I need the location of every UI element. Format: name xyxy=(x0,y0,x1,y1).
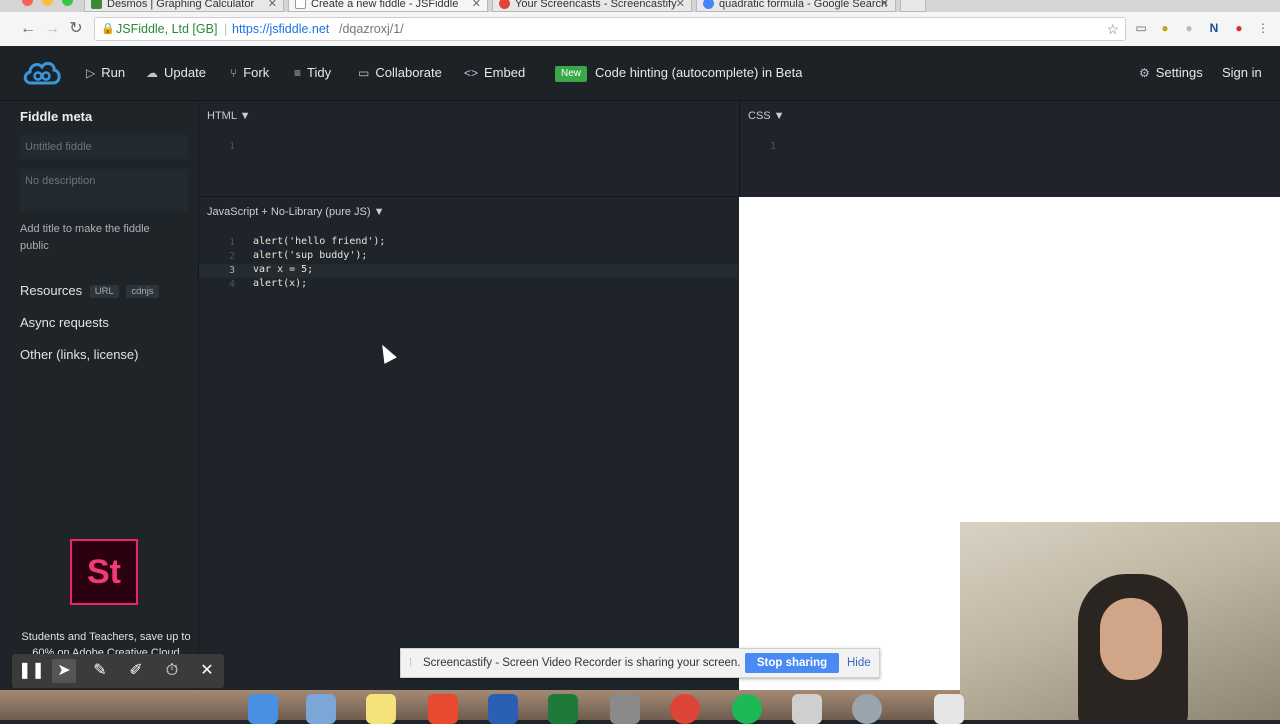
line-number: 2 xyxy=(228,251,235,262)
forward-arrow-icon[interactable]: → xyxy=(42,19,62,39)
line-number: 1 xyxy=(228,237,235,248)
resources-link[interactable]: Resources URL cdnjs xyxy=(20,283,159,298)
jsfiddle-logo-icon[interactable] xyxy=(21,59,63,87)
zoom-window-icon[interactable] xyxy=(62,0,73,6)
fiddle-title-input[interactable]: Untitled fiddle xyxy=(20,135,188,159)
cdnjs-pill[interactable]: cdnjs xyxy=(126,285,159,298)
code-line[interactable]: var x = 5; xyxy=(253,264,313,275)
url-pill[interactable]: URL xyxy=(89,285,119,298)
bookmark-star-icon[interactable]: ☆ xyxy=(1106,18,1119,40)
line-number: 4 xyxy=(228,279,235,290)
async-requests-link[interactable]: Async requests xyxy=(20,315,109,330)
other-links-license-link[interactable]: Other (links, license) xyxy=(20,347,138,362)
extension-icon[interactable]: ● xyxy=(1158,21,1172,35)
macos-dock xyxy=(0,690,964,724)
code-brackets-icon: <> xyxy=(464,66,479,80)
lock-icon: 🔒 xyxy=(101,23,115,35)
cloud-upload-icon: ☁ xyxy=(146,66,158,80)
pointer-icon[interactable]: ➤ xyxy=(52,659,76,683)
webcam-overlay xyxy=(960,522,1280,720)
fork-icon: ⑂ xyxy=(230,66,238,80)
browser-tab-desmos[interactable]: Desmos | Graphing Calculator ✕ xyxy=(84,0,284,12)
play-icon: ▷ xyxy=(86,66,96,80)
sharing-message: Screencastify - Screen Video Recorder is… xyxy=(423,657,741,669)
close-tab-icon[interactable]: ✕ xyxy=(676,0,685,11)
line-number: 3 xyxy=(228,265,235,276)
extension-n-icon[interactable]: N xyxy=(1207,21,1221,35)
close-tab-icon[interactable]: ✕ xyxy=(472,0,481,11)
jsfiddle-header: ▷ Run ☁ Update ⑂ Fork ≡ Tidy ▭ Collaborate <>… xyxy=(0,46,1280,101)
settings-button[interactable]: ⚙ Settings xyxy=(1139,46,1203,100)
new-tab-button[interactable] xyxy=(900,0,926,12)
person-face xyxy=(1100,598,1162,680)
code-line[interactable]: alert(x); xyxy=(253,278,307,289)
desmos-favicon-icon xyxy=(91,0,102,9)
close-icon[interactable]: ✕ xyxy=(195,659,219,683)
minimize-window-icon[interactable] xyxy=(42,0,53,6)
url-path: /dqazroxj/1/ xyxy=(339,22,404,36)
cast-icon[interactable]: ▭ xyxy=(1134,21,1148,35)
close-tab-icon[interactable]: ✕ xyxy=(268,0,277,11)
code-line[interactable]: alert('sup buddy'); xyxy=(253,250,367,261)
browser-tab-jsfiddle[interactable]: Create a new fiddle - JSFiddle ✕ xyxy=(288,0,488,12)
drag-handle-icon[interactable]: ⁞ xyxy=(409,649,412,677)
embed-button[interactable]: <> Embed xyxy=(464,46,525,100)
separator: | xyxy=(224,22,228,36)
line-number: 1 xyxy=(769,141,776,152)
javascript-panel-label[interactable]: JavaScript + No-Library (pure JS) ▼ xyxy=(207,206,384,218)
screencastify-favicon-icon xyxy=(499,0,510,9)
sidebar-title: Fiddle meta xyxy=(20,109,93,124)
stop-sharing-button[interactable]: Stop sharing xyxy=(745,653,839,673)
chat-icon: ▭ xyxy=(358,66,370,80)
highlighter-icon[interactable]: ✐ xyxy=(124,659,148,683)
pen-icon[interactable]: ✎ xyxy=(88,659,112,683)
sign-in-link[interactable]: Sign in xyxy=(1222,46,1262,100)
code-line[interactable]: alert('hello friend'); xyxy=(253,236,385,247)
page-favicon-icon xyxy=(295,0,306,9)
extension-icon[interactable]: ● xyxy=(1182,21,1196,35)
public-hint: Add title to make the fiddle public xyxy=(20,223,150,252)
screencastify-sharing-bar: ⁞ Screencastify - Screen Video Recorder … xyxy=(400,648,880,678)
sliders-icon: ⚙ xyxy=(1139,66,1150,80)
recorder-toolbar: ❚❚ ➤ ✎ ✐ ⏱ ✕ xyxy=(12,654,224,688)
url-host: https://jsfiddle.net xyxy=(232,22,330,36)
browser-tab-google[interactable]: quadratic formula - Google Search ✕ xyxy=(696,0,896,12)
browser-toolbar: ← → ↻ 🔒 JSFiddle, Ltd [GB] | https://jsf… xyxy=(0,12,1280,47)
javascript-panel[interactable]: JavaScript + No-Library (pure JS) ▼ 1 al… xyxy=(199,197,738,690)
timer-icon[interactable]: ⏱ xyxy=(160,659,184,683)
css-panel[interactable]: CSS ▼ 1 xyxy=(739,101,1280,196)
fork-button[interactable]: ⑂ Fork xyxy=(230,46,269,100)
reload-icon[interactable]: ↻ xyxy=(66,19,86,39)
html-panel-label[interactable]: HTML ▼ xyxy=(207,110,250,122)
fiddle-description-input[interactable]: No description xyxy=(20,169,188,211)
hide-button[interactable]: Hide xyxy=(847,649,871,677)
html-panel[interactable]: HTML ▼ 1 xyxy=(199,101,738,197)
tidy-button[interactable]: ≡ Tidy xyxy=(294,46,331,100)
back-arrow-icon[interactable]: ← xyxy=(18,19,38,39)
new-badge: New xyxy=(555,66,588,82)
browser-tab-screencastify[interactable]: Your Screencasts - Screencastify ✕ xyxy=(492,0,692,12)
secure-label: JSFiddle, Ltd [GB] xyxy=(116,22,218,36)
menu-kebab-icon[interactable]: ⋮ xyxy=(1256,21,1270,35)
adobe-stock-logo[interactable]: St xyxy=(70,539,138,605)
browser-tabstrip: Desmos | Graphing Calculator ✕ Create a … xyxy=(0,0,1280,12)
lines-icon: ≡ xyxy=(294,66,302,80)
close-window-icon[interactable] xyxy=(22,0,33,6)
fiddle-meta-sidebar: Fiddle meta Untitled fiddle No descripti… xyxy=(12,101,199,690)
close-tab-icon[interactable]: ✕ xyxy=(880,0,889,11)
pause-icon[interactable]: ❚❚ xyxy=(18,659,45,683)
announcement-link[interactable]: New Code hinting (autocomplete) in Beta xyxy=(555,46,802,100)
google-favicon-icon xyxy=(703,0,714,9)
css-panel-label[interactable]: CSS ▼ xyxy=(748,110,785,122)
screencastify-extension-icon[interactable]: ● xyxy=(1232,21,1246,35)
collaborate-button[interactable]: ▭ Collaborate xyxy=(358,46,442,100)
run-button[interactable]: ▷ Run xyxy=(86,46,125,100)
update-button[interactable]: ☁ Update xyxy=(146,46,206,100)
address-bar[interactable]: 🔒 JSFiddle, Ltd [GB] | https://jsfiddle.… xyxy=(94,17,1126,41)
line-number: 1 xyxy=(228,141,235,152)
